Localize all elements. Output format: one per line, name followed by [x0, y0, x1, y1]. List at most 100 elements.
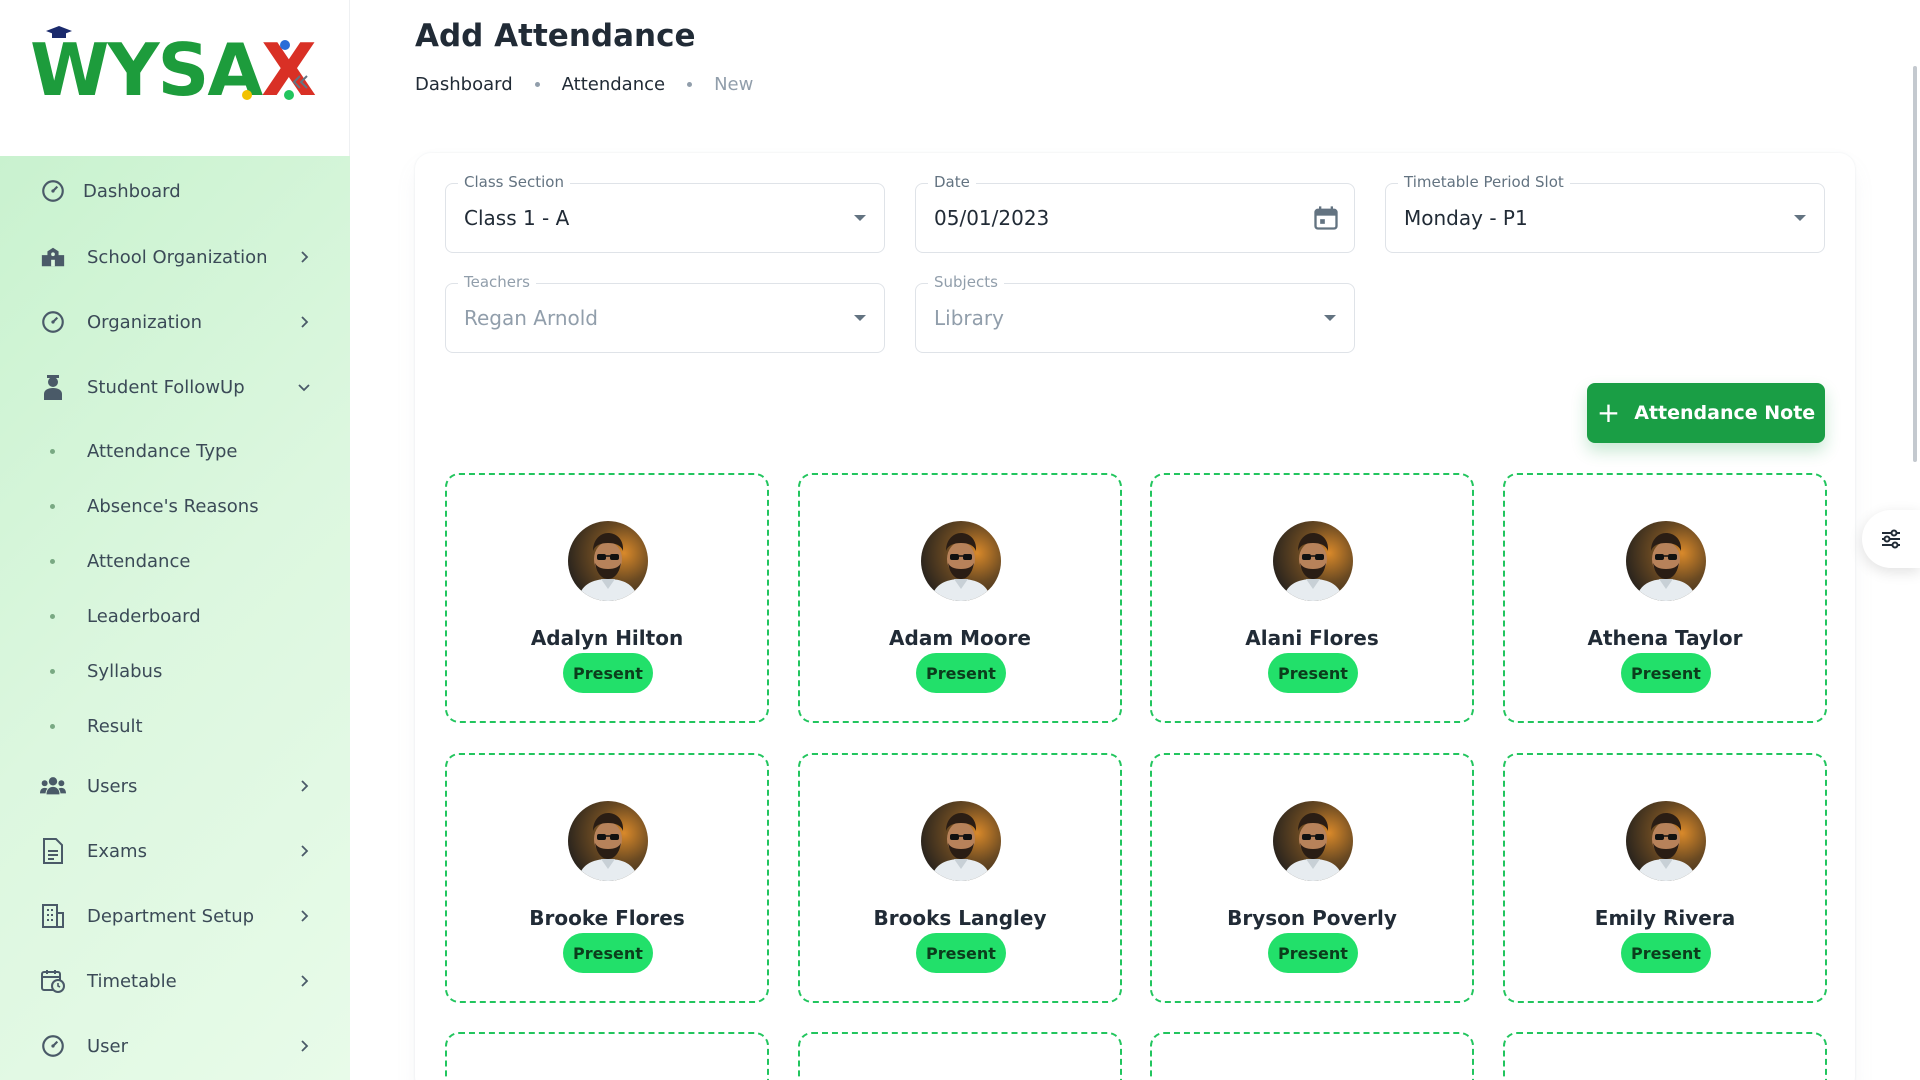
sidebar-subitem-label: Result: [87, 715, 143, 737]
sidebar-item-users[interactable]: Users: [0, 761, 350, 811]
student-card[interactable]: Emily Rivera Present: [1503, 753, 1827, 1003]
sidebar-item-school-organization[interactable]: School Organization: [0, 232, 350, 282]
student-card-partial[interactable]: [1503, 1032, 1827, 1080]
class-section-select[interactable]: Class Section Class 1 - A: [445, 173, 885, 253]
status-badge[interactable]: Present: [563, 653, 653, 693]
student-name: Adalyn Hilton: [530, 626, 684, 650]
field-value: Library: [934, 306, 1004, 330]
status-badge[interactable]: Present: [1621, 933, 1711, 973]
sidebar-item-exams[interactable]: Exams: [0, 826, 350, 876]
student-card[interactable]: Alani Flores Present: [1150, 473, 1474, 723]
status-badge[interactable]: Present: [1268, 933, 1358, 973]
student-card[interactable]: Brooke Flores Present: [445, 753, 769, 1003]
student-card-partial[interactable]: [798, 1032, 1122, 1080]
teachers-select[interactable]: Teachers Regan Arnold: [445, 273, 885, 353]
dashboard-icon: [40, 178, 66, 204]
sidebar-item-label: User: [87, 1035, 129, 1057]
subjects-select[interactable]: Subjects Library: [915, 273, 1355, 353]
sidebar-nav: Dashboard School Organization Organizati…: [0, 156, 350, 1080]
breadcrumb-separator: [687, 82, 693, 87]
student-name: Athena Taylor: [1587, 626, 1743, 650]
sidebar-subitem-absence-reasons[interactable]: Absence's Reasons: [0, 486, 350, 526]
breadcrumb: Dashboard Attendance New: [415, 74, 753, 95]
avatar: [1273, 521, 1353, 601]
student-card[interactable]: Adalyn Hilton Present: [445, 473, 769, 723]
caret-down-icon: [1324, 315, 1336, 321]
date-field[interactable]: Date 05/01/2023: [915, 173, 1355, 253]
sidebar-item-user[interactable]: User: [0, 1021, 350, 1071]
calendar-icon[interactable]: [1312, 204, 1340, 232]
breadcrumb-current: New: [714, 74, 754, 95]
document-icon: [40, 838, 66, 864]
field-label: Teachers: [458, 273, 536, 291]
sidebar-subitem-label: Leaderboard: [87, 605, 201, 627]
sidebar-item-organization[interactable]: Organization: [0, 297, 350, 347]
calendar-clock-icon: [40, 968, 66, 994]
breadcrumb-separator: [534, 82, 540, 87]
status-badge[interactable]: Present: [563, 933, 653, 973]
field-label: Date: [928, 173, 976, 191]
sidebar-item-label: Users: [87, 775, 138, 797]
sidebar-subitem-leaderboard[interactable]: Leaderboard: [0, 596, 350, 636]
field-value: 05/01/2023: [934, 206, 1050, 230]
sidebar-item-student-followup[interactable]: Student FollowUp: [0, 362, 350, 412]
dashboard-icon: [40, 309, 66, 335]
caret-down-icon: [854, 315, 866, 321]
avatar: [921, 521, 1001, 601]
sidebar-item-dashboard[interactable]: Dashboard: [0, 166, 350, 216]
double-chevron-left-icon: [292, 75, 308, 89]
collapse-sidebar-button[interactable]: [288, 70, 312, 94]
plus-icon: +: [1596, 396, 1621, 429]
breadcrumb-dashboard[interactable]: Dashboard: [415, 74, 513, 95]
caret-down-icon: [854, 215, 866, 221]
avatar: [1626, 521, 1706, 601]
bullet: [50, 613, 55, 619]
sidebar-item-timetable[interactable]: Timetable: [0, 956, 350, 1006]
sidebar-subitem-result[interactable]: Result: [0, 706, 350, 746]
sidebar-item-label: Dashboard: [83, 180, 181, 202]
status-badge[interactable]: Present: [1621, 653, 1711, 693]
caret-down-icon: [1794, 215, 1806, 221]
student-name: Adam Moore: [889, 626, 1031, 650]
sidebar-item-label: Exams: [87, 840, 147, 862]
chevron-right-icon: [294, 776, 314, 796]
logo-area: WYSAX: [0, 0, 349, 156]
sidebar-subitem-label: Syllabus: [87, 660, 163, 682]
sidebar-item-label: Department Setup: [87, 905, 255, 927]
sidebar: WYSAX Dashboard School Organization Orga…: [0, 0, 350, 1080]
avatar: [1273, 801, 1353, 881]
timetable-period-select[interactable]: Timetable Period Slot Monday - P1: [1385, 173, 1825, 253]
sidebar-subitem-attendance[interactable]: Attendance: [0, 541, 350, 581]
bullet: [50, 723, 55, 729]
student-card-partial[interactable]: [445, 1032, 769, 1080]
bullet: [50, 448, 55, 454]
chevron-right-icon: [294, 1036, 314, 1056]
chevron-down-icon: [294, 377, 314, 397]
student-card-partial[interactable]: [1150, 1032, 1474, 1080]
logo-dot-yellow: [242, 90, 252, 100]
student-card[interactable]: Athena Taylor Present: [1503, 473, 1827, 723]
sidebar-subitem-attendance-type[interactable]: Attendance Type: [0, 431, 350, 471]
student-name: Brooks Langley: [873, 906, 1047, 930]
sidebar-subitem-label: Absence's Reasons: [87, 495, 259, 517]
logo-text: WYSA: [30, 28, 263, 112]
student-name: Emily Rivera: [1594, 906, 1736, 930]
dashboard-icon: [40, 1033, 66, 1059]
breadcrumb-attendance[interactable]: Attendance: [562, 74, 665, 95]
scrollbar-thumb[interactable]: [1913, 66, 1917, 462]
logo: WYSAX: [30, 26, 317, 106]
settings-drawer-button[interactable]: [1862, 510, 1920, 568]
avatar: [921, 801, 1001, 881]
student-icon: [40, 374, 66, 400]
status-badge[interactable]: Present: [1268, 653, 1358, 693]
student-card[interactable]: Bryson Poverly Present: [1150, 753, 1474, 1003]
sidebar-item-department-setup[interactable]: Department Setup: [0, 891, 350, 941]
sidebar-subitem-syllabus[interactable]: Syllabus: [0, 651, 350, 691]
status-badge[interactable]: Present: [916, 933, 1006, 973]
chevron-right-icon: [294, 247, 314, 267]
student-card[interactable]: Brooks Langley Present: [798, 753, 1122, 1003]
graduation-cap-icon: [46, 26, 72, 38]
attendance-note-button[interactable]: + Attendance Note: [1587, 383, 1825, 443]
student-card[interactable]: Adam Moore Present: [798, 473, 1122, 723]
status-badge[interactable]: Present: [916, 653, 1006, 693]
